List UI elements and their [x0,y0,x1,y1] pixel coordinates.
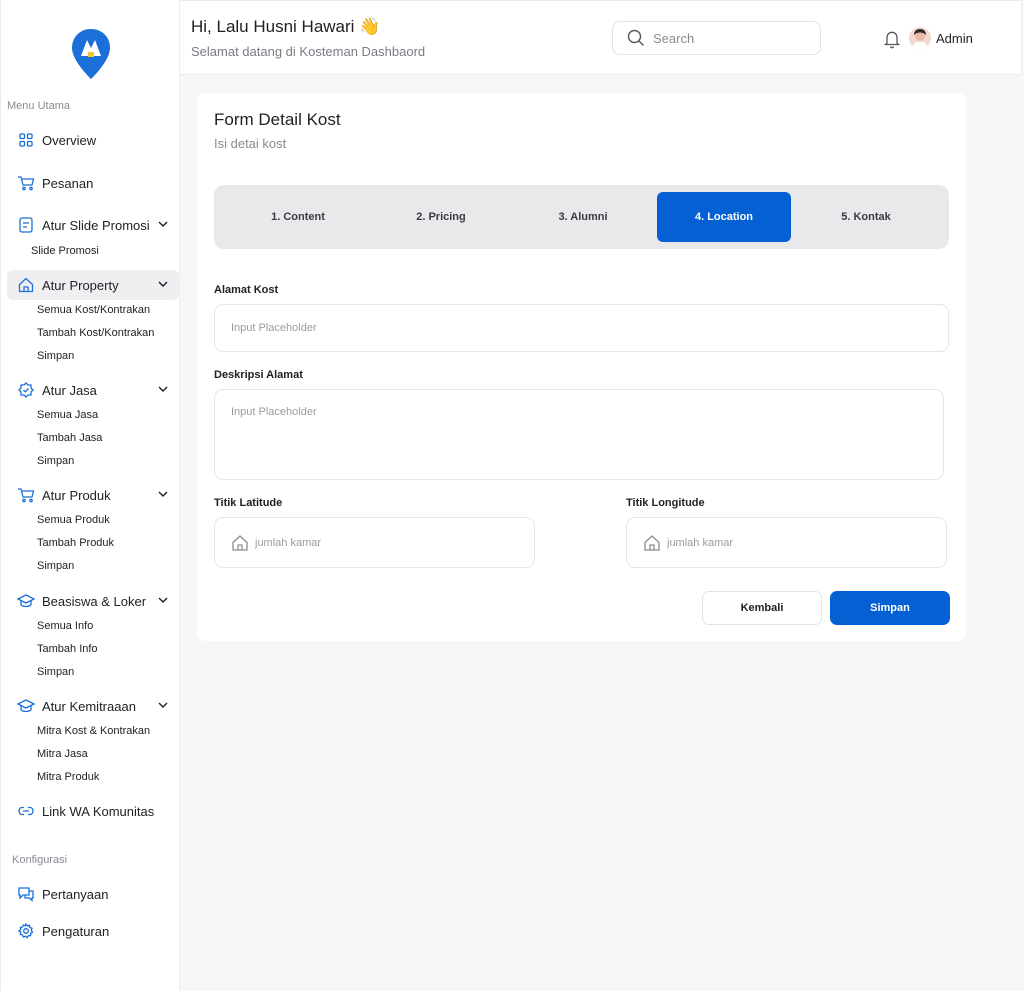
sidebar-item-beasiswa[interactable]: Beasiswa & Loker [7,586,179,616]
page-subtitle: Isi detai kost [214,136,287,151]
kosteman-logo [72,29,110,79]
step-tabs: 1. Content 2. Pricing 3. Alumni 4. Locat… [214,185,949,249]
sidebar-subitem-mitra-jasa[interactable]: Mitra Jasa [37,748,88,760]
save-button[interactable]: Simpan [830,591,950,625]
badge-check-icon [17,381,35,399]
latitude-label: Titik Latitude [214,497,283,509]
chevron-down-icon [158,702,168,708]
tab-location[interactable]: 4. Location [657,192,791,242]
bell-icon[interactable] [883,29,901,49]
sidebar-subitem-semua-jasa[interactable]: Semua Jasa [37,409,98,421]
sidebar-item-label: Beasiswa & Loker [42,593,147,609]
tab-content[interactable]: 1. Content [231,192,365,242]
link-icon [17,802,35,820]
gear-icon [17,922,35,940]
tab-alumni[interactable]: 3. Alumni [516,192,650,242]
graduation-cap-icon [17,592,35,610]
chevron-down-icon [158,597,168,603]
document-icon [17,216,35,234]
search-input[interactable] [653,30,803,46]
sidebar-subitem-simpan-produk[interactable]: Simpan [37,560,74,572]
sidebar-item-link-wa[interactable]: Link WA Komunitas [7,796,179,826]
sidebar-subitem-tambah-jasa[interactable]: Tambah Jasa [37,432,102,444]
sidebar-item-atur-jasa[interactable]: Atur Jasa [7,375,179,405]
sidebar-subitem-simpan-jasa[interactable]: Simpan [37,455,74,467]
deskripsi-field[interactable] [214,389,944,480]
sidebar-subitem-semua-kost[interactable]: Semua Kost/Kontrakan [37,304,150,316]
config-section-label: Konfigurasi [12,854,68,866]
sidebar-subitem-mitra-kost[interactable]: Mitra Kost & Kontrakan [37,725,150,737]
search-box[interactable] [612,21,821,55]
home-icon [17,276,35,294]
graduation-cap-icon [17,697,35,715]
sidebar-subitem-semua-produk[interactable]: Semua Produk [37,514,110,526]
sidebar-item-label: Atur Slide Promosi [42,217,150,233]
deskripsi-label: Deskripsi Alamat [214,369,303,381]
sidebar-item-overview[interactable]: Overview [7,125,179,155]
tab-kontak[interactable]: 5. Kontak [799,192,933,242]
tab-pricing[interactable]: 2. Pricing [374,192,508,242]
top-header: Hi, Lalu Husni Hawari 👋 Selamat datang d… [180,0,1022,75]
sidebar-item-atur-produk[interactable]: Atur Produk [7,480,179,510]
sidebar-item-label: Link WA Komunitas [42,803,155,819]
alamat-label: Alamat Kost [214,284,279,296]
latitude-field-wrap[interactable] [214,517,535,568]
chat-icon [17,885,35,903]
sidebar-item-pengaturan[interactable]: Pengaturan [7,916,179,946]
alamat-field[interactable] [214,304,949,352]
cart-icon [17,486,35,504]
avatar[interactable] [909,27,931,49]
sidebar-subitem-semua-info[interactable]: Semua Info [37,620,93,632]
page-title: Form Detail Kost [214,110,341,129]
home-icon [232,534,248,551]
sidebar-subitem-tambah-kost[interactable]: Tambah Kost/Kontrakan [37,327,154,339]
longitude-field-wrap[interactable] [626,517,947,568]
sidebar-item-label: Pengaturan [42,923,110,939]
chevron-down-icon [158,221,168,227]
back-button[interactable]: Kembali [702,591,822,625]
sidebar-item-kemitraan[interactable]: Atur Kemitraaan [7,691,179,721]
sidebar-item-label: Atur Kemitraaan [42,698,136,714]
sidebar-subitem-simpan-property[interactable]: Simpan [37,350,74,362]
sidebar-subitem-mitra-produk[interactable]: Mitra Produk [37,771,99,783]
sidebar-item-label: Pertanyaan [42,886,109,902]
sidebar-item-label: Atur Property [42,277,119,293]
search-icon [627,29,644,46]
sidebar-item-atur-property[interactable]: Atur Property [7,270,179,300]
sidebar-item-label: Atur Produk [42,487,111,503]
sidebar-item-label: Atur Jasa [42,382,97,398]
greeting-title: Hi, Lalu Husni Hawari 👋 [191,17,381,36]
sidebar-item-pesanan[interactable]: Pesanan [7,168,179,198]
greeting-subtitle: Selamat datang di Kosteman Dashbaord [191,44,426,59]
latitude-input[interactable] [255,536,495,549]
home-icon [644,534,660,551]
sidebar-item-atur-slide[interactable]: Atur Slide Promosi [7,210,179,240]
sidebar: Menu Utama Overview Pesanan Atur Slide P… [0,0,180,991]
sidebar-item-pertanyaan[interactable]: Pertanyaan [7,879,179,909]
sidebar-subitem-slide-promosi[interactable]: Slide Promosi [31,245,99,257]
chevron-down-icon [158,491,168,497]
longitude-label: Titik Longitude [626,497,705,509]
sidebar-item-label: Overview [42,132,97,148]
sidebar-subitem-tambah-info[interactable]: Tambah Info [37,643,98,655]
menu-section-label: Menu Utama [7,100,70,112]
sidebar-subitem-simpan-info[interactable]: Simpan [37,666,74,678]
longitude-input[interactable] [667,536,907,549]
grid-icon [17,131,35,149]
user-name[interactable]: Admin [936,31,973,46]
chevron-down-icon [158,281,168,287]
sidebar-subitem-tambah-produk[interactable]: Tambah Produk [37,537,114,549]
cart-icon [17,174,35,192]
chevron-down-icon [158,386,168,392]
form-card: Form Detail Kost Isi detai kost 1. Conte… [197,93,966,641]
sidebar-item-label: Pesanan [42,175,94,191]
